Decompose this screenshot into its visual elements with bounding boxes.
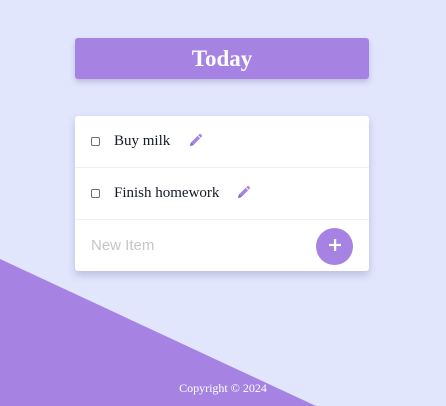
pencil-icon[interactable]: [188, 132, 204, 148]
new-item-input[interactable]: [85, 233, 305, 257]
item-label: Finish homework: [114, 185, 220, 201]
footer-copyright: Copyright © 2024: [179, 381, 267, 395]
item-label: Buy milk: [114, 133, 171, 149]
todo-item: Finish homework: [75, 168, 369, 220]
todo-item: Buy milk: [75, 116, 369, 168]
item-checkbox[interactable]: [91, 137, 100, 146]
add-item-button[interactable]: [316, 228, 353, 265]
plus-icon: [328, 238, 342, 255]
pencil-icon[interactable]: [236, 184, 252, 200]
item-checkbox[interactable]: [91, 189, 100, 198]
page-title: Today: [191, 46, 253, 71]
todo-list-card: Buy milk Finish homework: [75, 116, 369, 271]
heading-box: Today: [75, 38, 369, 79]
